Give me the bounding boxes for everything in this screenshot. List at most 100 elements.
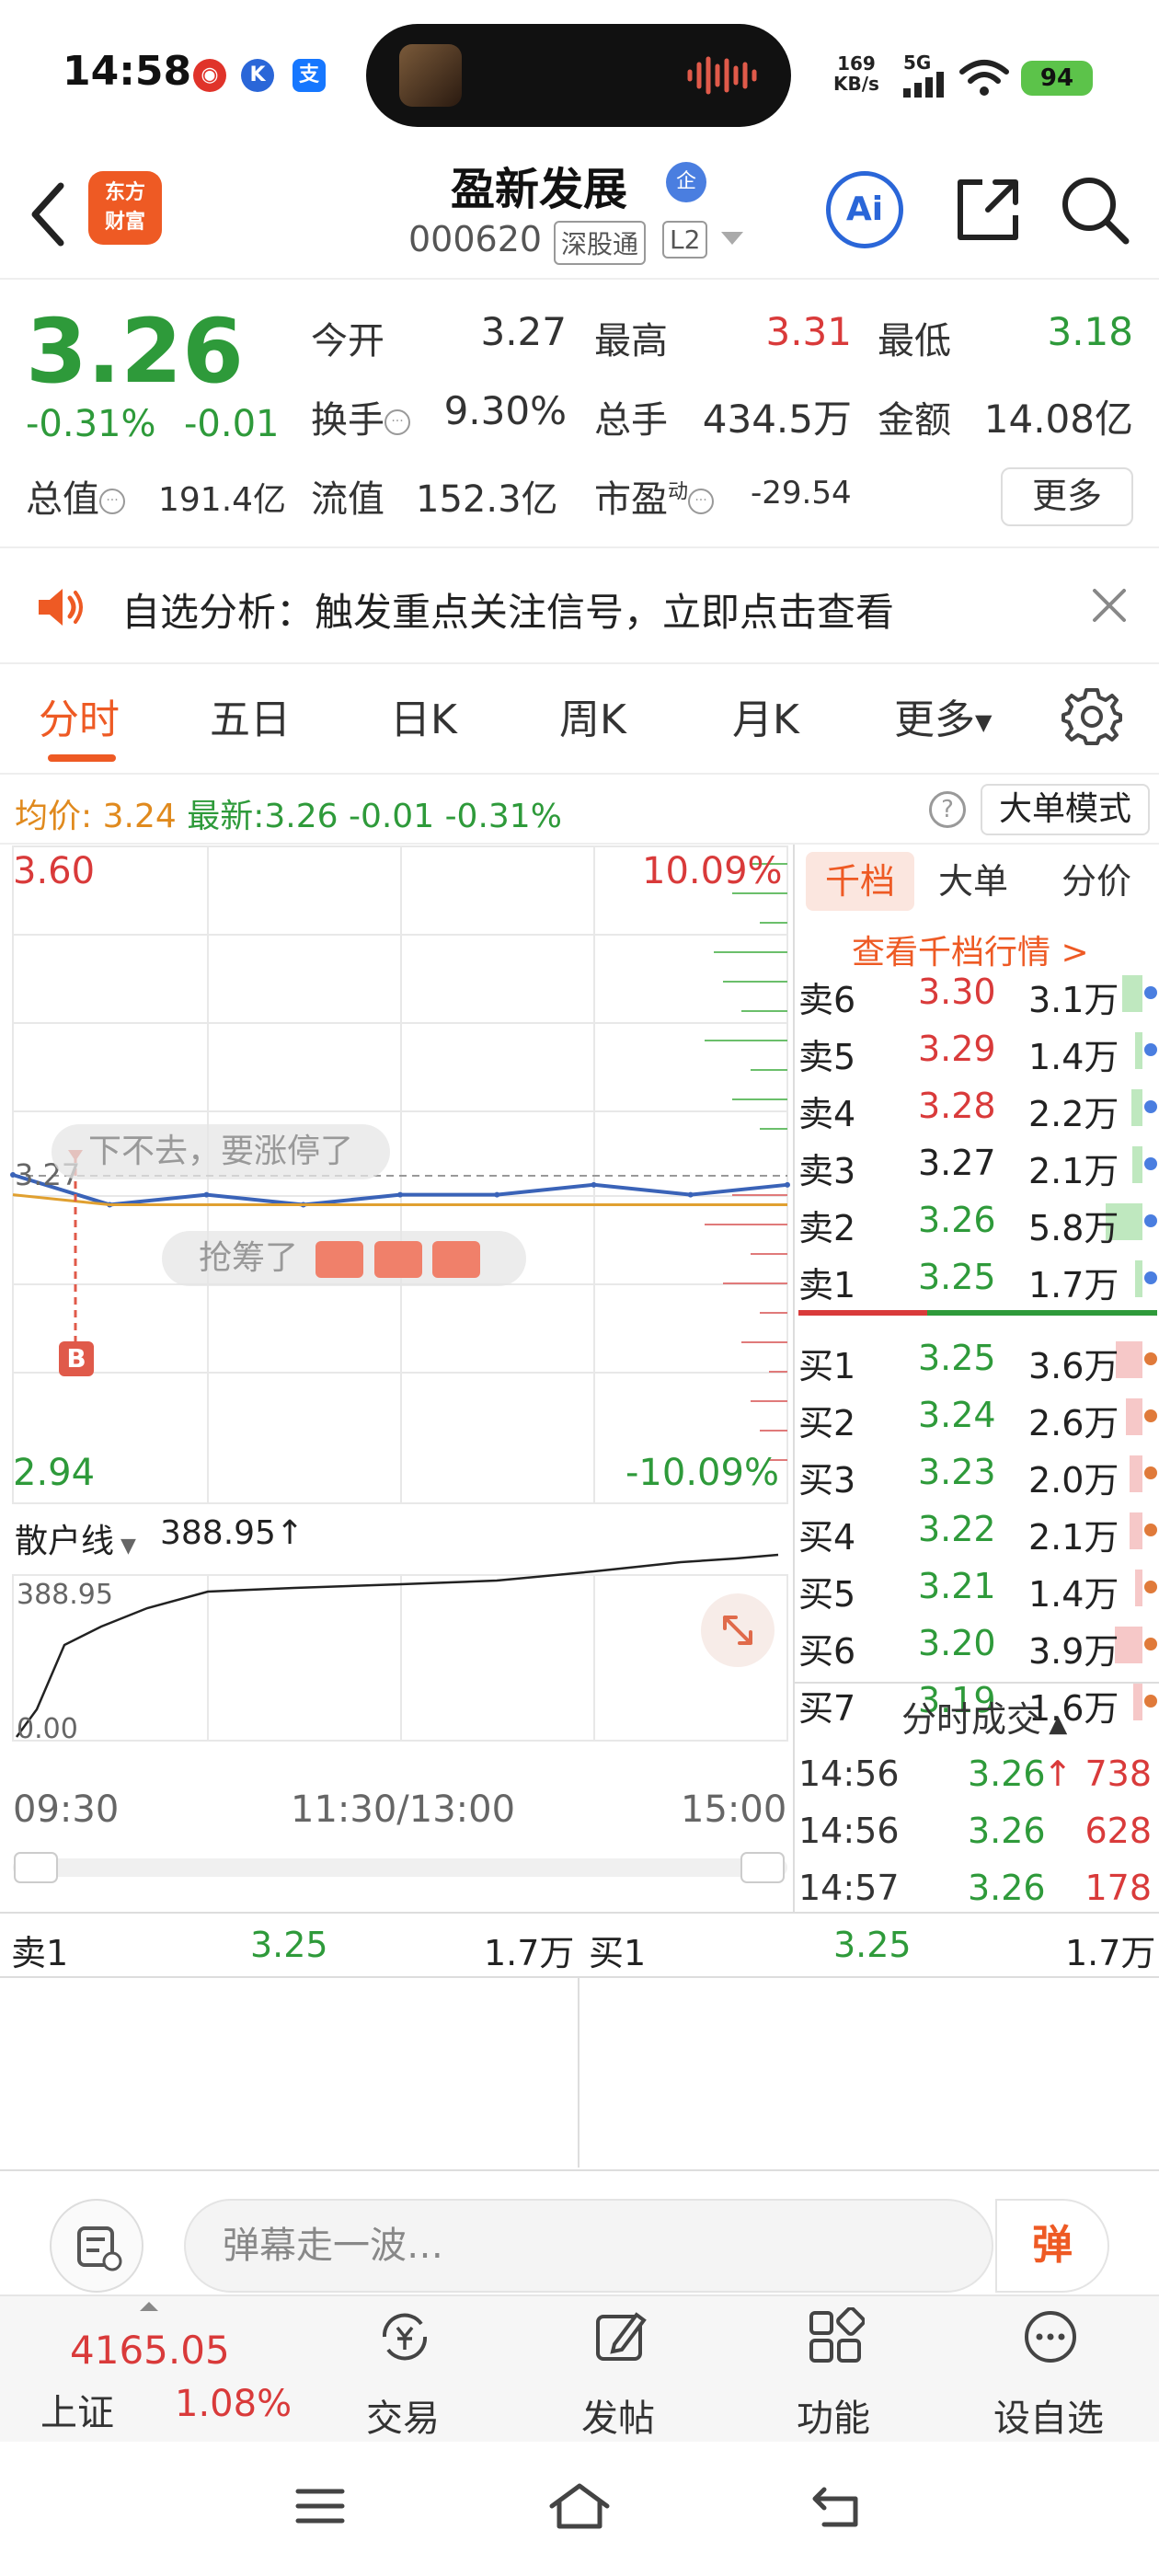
audio-wave-icon — [687, 56, 757, 95]
price-point — [397, 1191, 403, 1198]
level-label: 卖2 — [798, 1208, 856, 1248]
level-volume: 3.6万 — [1028, 1346, 1119, 1386]
search-icon[interactable] — [1058, 173, 1131, 247]
tab-big-order[interactable]: 大单 — [938, 852, 1008, 911]
wifi-icon — [959, 60, 1009, 96]
danmaku-list-icon[interactable] — [50, 2199, 143, 2293]
ask-row[interactable]: 卖5 3.29 1.4万 — [795, 1023, 1159, 1077]
depth-bar — [769, 1371, 787, 1373]
ask-row[interactable]: 卖1 3.25 1.7万 — [795, 1251, 1159, 1305]
tab-intraday[interactable]: 分时 — [39, 686, 120, 745]
bid-row[interactable]: 买6 3.20 3.9万 — [795, 1617, 1159, 1672]
danmaku-bubble[interactable]: 抢筹了 — [162, 1231, 526, 1286]
divider — [578, 1978, 580, 2168]
high-value: 3.31 — [765, 309, 852, 354]
float-label: 流值 — [311, 478, 384, 521]
tab-more[interactable]: 更多▼ — [894, 686, 992, 745]
trend-up-icon — [373, 1241, 422, 1278]
notice-text[interactable]: 自选分析：触发重点关注信号，立即点击查看 — [121, 581, 894, 638]
level-label: 买6 — [798, 1631, 856, 1672]
ai-button[interactable]: Ai — [826, 171, 903, 248]
notice-banner[interactable]: 自选分析：触发重点关注信号，立即点击查看 — [0, 550, 1159, 664]
nav-functions[interactable]: 功能 — [741, 2296, 925, 2444]
nav-trade[interactable]: 交易 — [311, 2296, 495, 2444]
bid-row[interactable]: 买1 3.25 3.6万 — [795, 1332, 1159, 1386]
status-dot-icon — [1144, 1524, 1157, 1536]
expand-icon[interactable] — [701, 1593, 775, 1667]
stock-code[interactable]: 000620 — [408, 219, 542, 259]
sub-indicator-selector[interactable]: 散户线 ▼ — [15, 1514, 136, 1562]
grid-icon — [809, 2307, 865, 2363]
bid1-price: 3.25 — [833, 1925, 912, 1965]
k-app-icon: K — [241, 59, 274, 92]
status-dot-icon — [1144, 1043, 1157, 1056]
x-axis-label: 15:00 — [681, 1788, 787, 1831]
big-order-mode-button[interactable]: 大单模式 — [981, 784, 1150, 835]
nav-post[interactable]: 发帖 — [526, 2296, 710, 2444]
tab-daily-k[interactable]: 日K — [390, 686, 457, 745]
speaker-icon — [39, 589, 83, 626]
bid-row[interactable]: 买4 3.22 2.1万 — [795, 1503, 1159, 1558]
back-arrow-icon[interactable] — [26, 180, 72, 248]
intraday-chart[interactable]: 3.60 2.94 10.09% -10.09% 3.27 下不去，要涨停了 抢… — [0, 845, 791, 1912]
depth-bar — [723, 1282, 787, 1284]
bid-row[interactable]: 买5 3.21 1.4万 — [795, 1560, 1159, 1615]
level-price: 3.23 — [918, 1452, 996, 1492]
help-icon[interactable]: ? — [929, 791, 966, 828]
status-dot-icon — [1144, 1214, 1157, 1227]
bid-row[interactable]: 买2 3.24 2.6万 — [795, 1389, 1159, 1443]
tab-price-dist[interactable]: 分价 — [1061, 852, 1131, 911]
tab-level-book[interactable]: 千档 — [806, 852, 914, 911]
tick-volume: 738 — [1084, 1754, 1152, 1794]
volume-value: 434.5万 — [702, 397, 852, 442]
index-change: 1.08% — [175, 2383, 293, 2425]
status-dot-icon — [1144, 1157, 1157, 1170]
level-label: 卖1 — [798, 1265, 856, 1305]
tab-weekly-k[interactable]: 周K — [559, 686, 626, 745]
ask1-label: 卖1 — [11, 1933, 69, 1973]
chevron-down-icon[interactable] — [721, 232, 743, 245]
danmaku-bubble[interactable]: 下不去，要涨停了 — [52, 1124, 391, 1179]
tab-five-day[interactable]: 五日 — [210, 686, 291, 745]
menu-icon[interactable] — [294, 2484, 346, 2528]
level-price: 3.27 — [918, 1143, 996, 1183]
more-quote-button[interactable]: 更多 — [1001, 467, 1133, 526]
ask-row[interactable]: 卖2 3.26 5.8万 — [795, 1194, 1159, 1248]
price-point — [591, 1181, 597, 1188]
ask-bid-divider-green — [927, 1310, 1157, 1316]
tab-monthly-k[interactable]: 月K — [732, 686, 799, 745]
level-volume: 1.4万 — [1028, 1574, 1119, 1615]
trade-icon — [382, 2313, 428, 2361]
change-amount: -0.01 — [184, 403, 280, 445]
tick-time: 14:57 — [798, 1868, 900, 1908]
gear-icon[interactable] — [1061, 686, 1122, 747]
level-volume: 2.6万 — [1028, 1403, 1119, 1443]
battery-indicator: 94 — [1021, 61, 1093, 96]
volume-label: 总手 — [594, 399, 668, 442]
share-icon[interactable] — [951, 173, 1025, 247]
x-axis-label: 11:30/13:00 — [291, 1788, 516, 1831]
level-label: 买5 — [798, 1574, 856, 1615]
nav-add-watchlist[interactable]: 设自选 — [957, 2296, 1141, 2444]
close-icon[interactable] — [1089, 585, 1130, 626]
danmaku-send-button[interactable]: 弹 — [995, 2199, 1109, 2293]
tick-trades-title[interactable]: 分时成交 ▲ — [901, 1691, 1067, 1742]
back-gesture-icon[interactable] — [811, 2484, 863, 2528]
ask-row[interactable]: 卖6 3.30 3.1万 — [795, 966, 1159, 1020]
depth-bar — [732, 1194, 787, 1196]
ask-row[interactable]: 卖3 3.27 2.1万 — [795, 1137, 1159, 1191]
danmaku-input[interactable]: 弹幕走一波… — [184, 2199, 993, 2293]
price-point — [785, 1181, 790, 1188]
home-icon[interactable] — [548, 2480, 611, 2532]
level-label: 卖6 — [798, 980, 856, 1020]
intraday-chart-svg — [10, 845, 790, 1883]
order-book-panel: 千档 大单 分价 查看千档行情 > 卖6 3.30 3.1万 卖5 3.29 1.4万 卖4… — [793, 845, 1159, 1912]
quote-panel: 3.26 -0.31% -0.01 今开 3.27 最高 3.31 最低 3.1… — [0, 280, 1159, 548]
ask-row[interactable]: 卖4 3.28 2.2万 — [795, 1080, 1159, 1134]
depth-bar — [705, 1224, 787, 1225]
bid-row[interactable]: 买3 3.23 2.0万 — [795, 1446, 1159, 1501]
avg-price-bar: 均价: 3.24 最新:3.26 -0.01 -0.31% ? 大单模式 — [0, 776, 1159, 845]
dynamic-island[interactable] — [366, 24, 791, 127]
buy-marker-badge[interactable]: B — [59, 1341, 94, 1376]
index-ticker[interactable]: 4165.05 上证 1.08% — [0, 2296, 322, 2444]
